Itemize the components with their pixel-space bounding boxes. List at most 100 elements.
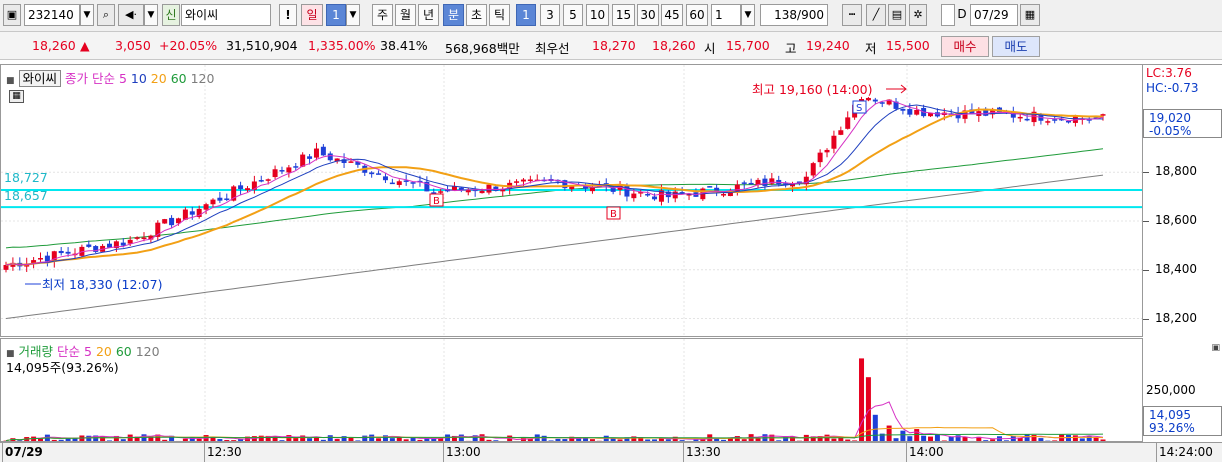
interval-button-60[interactable]: 60	[686, 4, 708, 26]
candle-body	[389, 182, 395, 185]
current-volume-rate-label: 93.26%	[1149, 421, 1195, 435]
ma10-line	[5, 104, 1104, 266]
candle-body	[845, 117, 851, 129]
volume-bar	[824, 434, 830, 441]
legend-ma10: 10	[130, 71, 147, 86]
list-dropdown-icon[interactable]: ▼	[144, 4, 158, 26]
candle-body	[224, 198, 230, 200]
current-volume-label: 14,095	[1149, 408, 1191, 422]
period-count-input[interactable]: 1	[711, 4, 741, 26]
low-label: 저	[865, 41, 877, 56]
ma60-line	[5, 148, 1104, 249]
candle-body	[169, 217, 175, 226]
volume-chart-pane[interactable]: ■ 거래량 단순 5 20 60 120 14,095주(93.26%)	[0, 338, 1143, 442]
second-button[interactable]: 초	[466, 4, 487, 26]
time-tick-mark	[443, 443, 444, 462]
code-dropdown-icon[interactable]: ▼	[80, 4, 94, 26]
interval-button-1[interactable]: 1	[516, 4, 536, 26]
candle-body	[238, 185, 244, 190]
time-tick-mark	[1156, 443, 1157, 462]
candle-body	[652, 196, 658, 200]
candle-body	[120, 242, 126, 246]
candle-body	[37, 258, 43, 260]
date-input[interactable]: 07/29	[970, 4, 1018, 26]
daily-button[interactable]: 일	[301, 4, 323, 26]
tick-button[interactable]: 틱	[489, 4, 510, 26]
data-count-field[interactable]: 138/900	[760, 4, 828, 26]
alert-button[interactable]: !	[279, 4, 297, 26]
interval-button-30[interactable]: 30	[637, 4, 659, 26]
candle-body	[217, 197, 223, 201]
legend-ma60: 60	[170, 71, 187, 86]
gear-icon[interactable]: ✲	[909, 4, 927, 26]
daily-count[interactable]: 1	[326, 4, 346, 26]
candle-type-icon[interactable]: ┅	[842, 4, 862, 26]
stock-code-input[interactable]: 232140	[24, 4, 80, 26]
search-icon[interactable]: ⌕	[97, 4, 115, 26]
time-axis: 07/29 12:30 13:00 13:30 14:00 14:24:00	[0, 442, 1222, 462]
sell-button[interactable]: 매도	[992, 36, 1040, 57]
high-price: 19,240	[806, 38, 850, 53]
buy-signal-marker: B	[433, 196, 440, 207]
volume-bar	[900, 430, 906, 441]
candle-body	[817, 152, 823, 163]
candle-body	[1066, 120, 1072, 123]
candle-body	[272, 169, 278, 178]
volume-axis: 250,000 14,095 93.26% ▣	[1143, 338, 1222, 442]
candle-body	[106, 243, 112, 248]
candle-body	[134, 237, 140, 239]
date-checkbox[interactable]	[941, 4, 955, 26]
chart-window: ▣ 232140 ▼ ⌕ ◀· ▼ 신 와이씨 ! 일 1 ▼ 주 월 년 분 …	[0, 0, 1222, 462]
ma20-line	[5, 108, 1104, 266]
candle-body	[645, 194, 651, 196]
high-label: 고	[785, 41, 797, 56]
yearly-button[interactable]: 년	[418, 4, 439, 26]
time-tick-mark	[683, 443, 684, 462]
interval-button-10[interactable]: 10	[586, 4, 609, 26]
legend-ma20: 20	[150, 71, 167, 86]
candle-body	[313, 148, 319, 158]
candle-body	[189, 211, 195, 215]
candle-body	[327, 153, 333, 161]
price-chart-pane[interactable]: B B S ■ 와이씨 종가 단순 5 10 20 60 120 ▦ 최고 19,1…	[0, 64, 1143, 337]
period-count-dropdown-icon[interactable]: ▼	[741, 4, 755, 26]
calendar-icon[interactable]: ▦	[1020, 4, 1040, 26]
current-price: 18,260	[32, 38, 76, 53]
candle-body	[320, 146, 326, 156]
pane-menu-icon[interactable]: ▣	[1211, 343, 1220, 353]
buy-button[interactable]: 매수	[941, 36, 989, 57]
legend-stock-name[interactable]: 와이씨	[18, 70, 62, 87]
candle-body	[631, 193, 637, 199]
best-quote-label: 최우선	[535, 41, 570, 56]
weekly-button[interactable]: 주	[372, 4, 393, 26]
interval-button-5[interactable]: 5	[563, 4, 583, 26]
bid-price: 18,260	[652, 38, 696, 53]
candle-body	[1052, 119, 1058, 121]
candle-body	[286, 167, 292, 173]
interval-button-3[interactable]: 3	[540, 4, 560, 26]
time-tick-label: 12:30	[207, 445, 242, 459]
candle-body	[624, 185, 630, 197]
credit-badge: 신	[162, 4, 180, 26]
minute-button[interactable]: 분	[443, 4, 464, 26]
stock-name-field[interactable]: 와이씨	[181, 4, 271, 26]
candle-body	[307, 156, 313, 159]
time-tick-label: 07/29	[5, 445, 43, 459]
settings-window-icon[interactable]: ▣	[3, 4, 21, 26]
line-tool-icon[interactable]: ╱	[866, 4, 886, 26]
save-icon[interactable]: ▤	[888, 4, 906, 26]
candle-body	[86, 244, 92, 247]
grid-table-icon[interactable]: ▦	[9, 90, 24, 103]
candle-body	[203, 204, 209, 210]
sound-icon[interactable]: ◀·	[118, 4, 144, 26]
turnover-rate: 38.41%	[380, 38, 428, 53]
candle-body	[741, 182, 747, 184]
monthly-button[interactable]: 월	[395, 4, 416, 26]
interval-button-15[interactable]: 15	[612, 4, 635, 26]
volume-bar	[141, 434, 147, 441]
daily-count-dropdown-icon[interactable]: ▼	[346, 4, 360, 26]
hline-label-2: 18,657	[4, 188, 48, 203]
candle-body	[879, 102, 885, 104]
interval-button-45[interactable]: 45	[661, 4, 683, 26]
time-tick-mark	[2, 443, 3, 462]
